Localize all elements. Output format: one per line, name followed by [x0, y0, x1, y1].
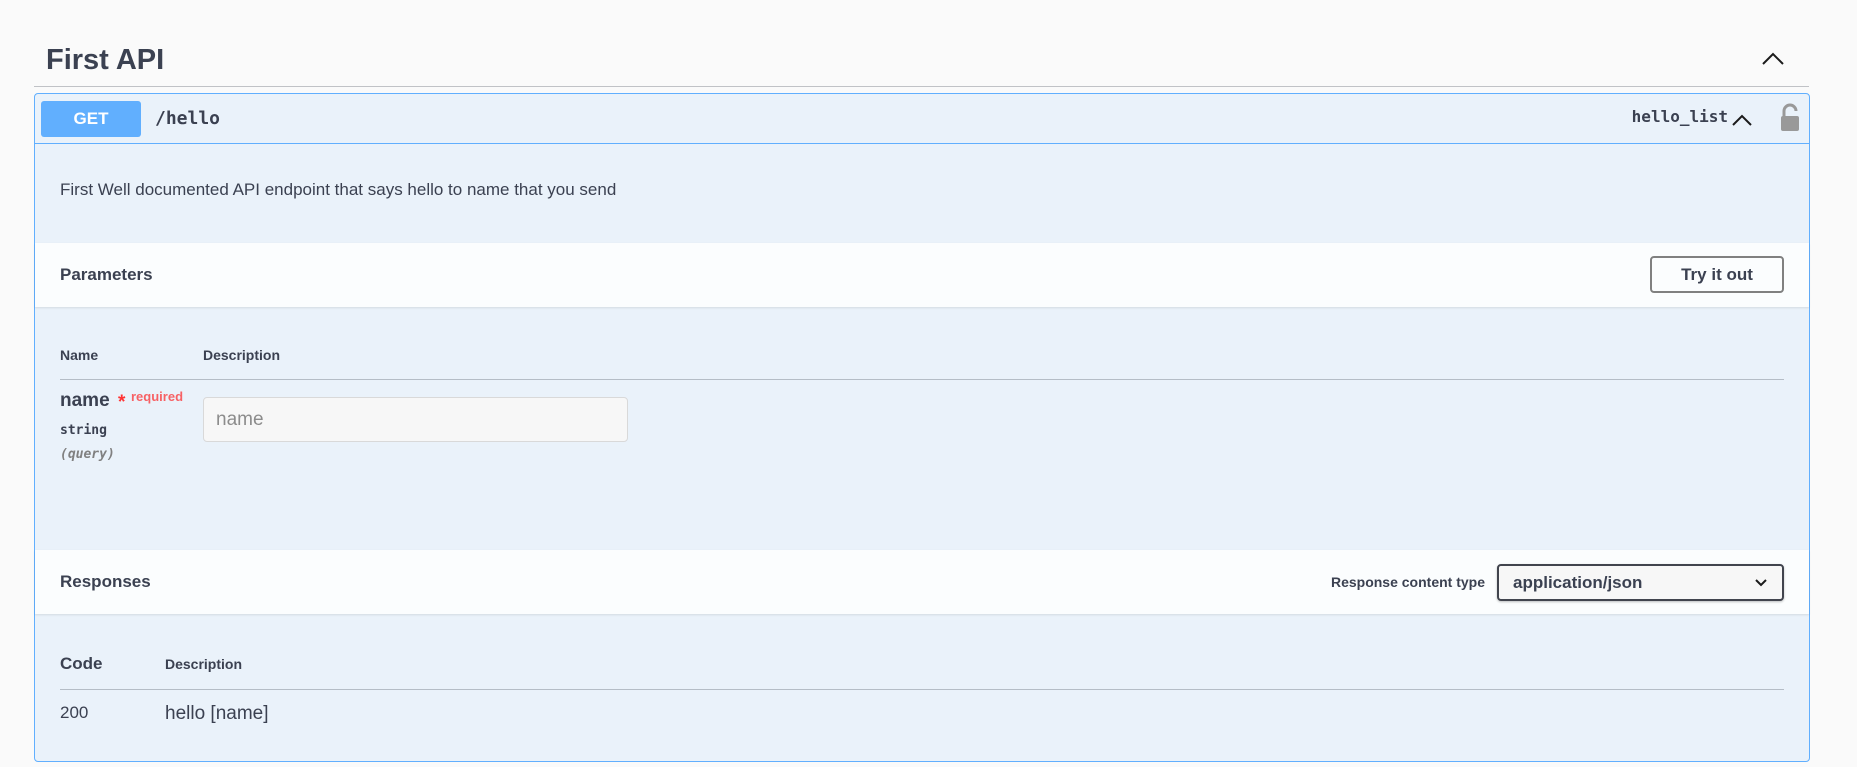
- parameters-title: Parameters: [60, 265, 153, 284]
- operation-summary[interactable]: GET /hello hello_list: [35, 94, 1809, 144]
- param-name: name: [60, 390, 110, 411]
- operation-id: hello_list: [1631, 107, 1728, 126]
- response-content-type-value: application/json: [1513, 572, 1643, 592]
- try-it-out-button[interactable]: Try it out: [1650, 256, 1784, 293]
- collapse-operation-button[interactable]: [1729, 107, 1755, 133]
- response-col-description: Description: [165, 656, 243, 672]
- chevron-up-icon: [1732, 114, 1752, 126]
- chevron-up-icon: [1762, 52, 1784, 65]
- param-location: (query): [60, 447, 115, 462]
- param-col-name: Name: [60, 347, 99, 363]
- unlocked-icon[interactable]: [1779, 103, 1801, 133]
- response-code: 200: [60, 703, 89, 722]
- required-label: required: [131, 389, 184, 404]
- param-divider: [60, 379, 1784, 380]
- collapse-tag-button[interactable]: [1753, 39, 1793, 79]
- chevron-down-icon: [1755, 579, 1767, 587]
- responses-title: Responses: [60, 572, 151, 591]
- param-col-description: Description: [203, 347, 281, 363]
- response-description: hello [name]: [165, 703, 269, 724]
- name-input[interactable]: [203, 397, 628, 442]
- parameters-header: Parameters Try it out: [35, 243, 1809, 307]
- tag-header[interactable]: First API: [34, 20, 1809, 87]
- responses-header: Responses Response content type applicat…: [35, 550, 1809, 614]
- response-content-type-select[interactable]: application/json: [1497, 564, 1784, 601]
- response-divider: [60, 689, 1784, 690]
- operation-path: /hello: [155, 108, 221, 129]
- required-star: *: [118, 392, 126, 413]
- operation-block: GET /hello hello_list First Well documen…: [34, 93, 1810, 762]
- operation-description: First Well documented API endpoint that …: [60, 180, 617, 199]
- param-type: string: [60, 423, 107, 438]
- tag-title[interactable]: First API: [46, 44, 164, 77]
- response-content-type-label: Response content type: [1330, 574, 1485, 590]
- method-badge: GET: [41, 100, 141, 137]
- response-col-code: Code: [60, 654, 103, 673]
